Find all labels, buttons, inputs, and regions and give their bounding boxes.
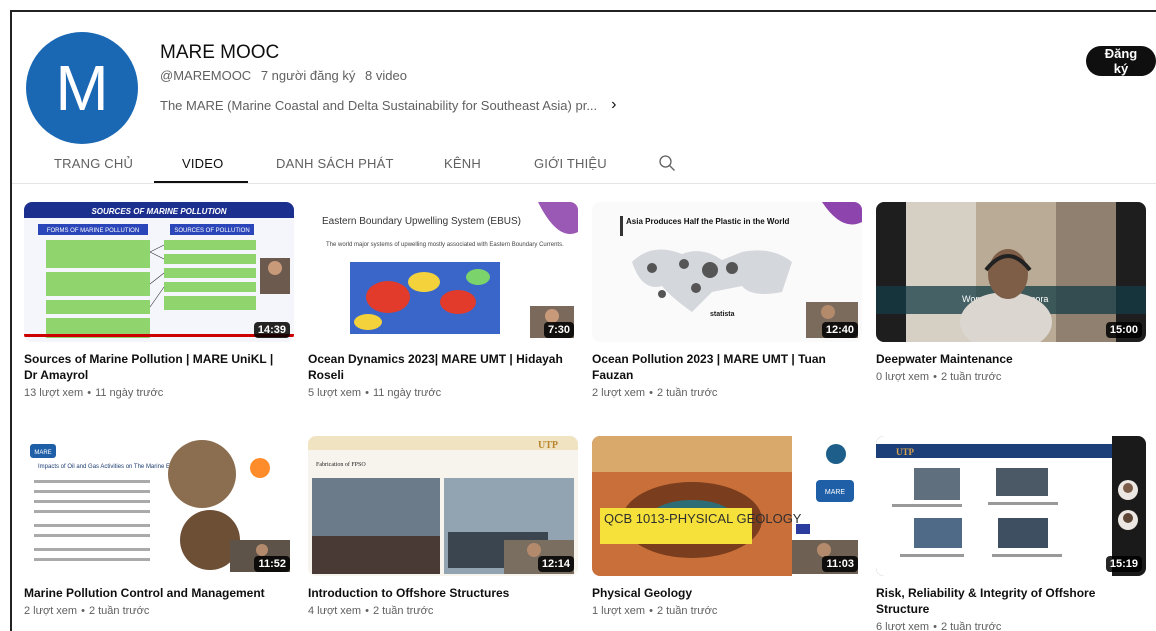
tab-playlists[interactable]: DANH SÁCH PHÁT — [276, 156, 394, 171]
video-meta: 2 lượt xem • 2 tuần trước — [24, 605, 150, 617]
upload-age: 2 tuần trước — [656, 605, 718, 617]
view-count: 5 lượt xem — [308, 387, 362, 399]
view-count: 2 lượt xem — [24, 605, 78, 617]
thumbnail-image: SOURCES OF MARINE POLLUTION FORMS OF MAR… — [24, 202, 294, 342]
video-meta: 4 lượt xem • 2 tuần trước — [308, 605, 434, 617]
video-title[interactable]: Sources of Marine Pollution | MARE UniKL… — [24, 351, 284, 383]
search-icon[interactable] — [658, 154, 676, 172]
video-title[interactable]: Risk, Reliability & Integrity of Offshor… — [876, 585, 1136, 617]
video-duration: 12:40 — [821, 322, 858, 338]
thumbnail-image: UTP — [876, 436, 1146, 576]
thumb-caption: QCB 1013-PHYSICAL GEOLOGY — [604, 511, 802, 526]
thumbnail-image: Asia Produces Half the Plastic in the Wo… — [592, 202, 862, 342]
thumb-logo: UTP — [538, 440, 558, 451]
video-title[interactable]: Physical Geology — [592, 585, 852, 601]
video-card[interactable]: UTP 15:19 Risk, Reliability & Integrity … — [876, 436, 1148, 631]
video-meta: 6 lượt xem • 2 tuần trước — [876, 621, 1002, 631]
video-meta: 5 lượt xem • 11 ngày trước — [308, 387, 442, 399]
channel-tabs: TRANG CHỦ VIDEO DANH SÁCH PHÁT KÊNH GIỚI… — [12, 150, 1156, 184]
view-count: 6 lượt xem — [876, 621, 930, 631]
video-duration: 15:19 — [1105, 556, 1142, 572]
video-thumbnail[interactable]: QCB 1013-PHYSICAL GEOLOGY MARE 11:03 — [592, 436, 862, 576]
thumbnail-image: Eastern Boundary Upwelling System (EBUS)… — [308, 202, 578, 342]
subscribe-button[interactable]: Đăng ký — [1086, 46, 1156, 76]
video-thumbnail[interactable]: UTP 15:19 — [876, 436, 1146, 576]
video-count: 8 video — [365, 68, 407, 83]
channel-name: MARE MOOC — [160, 42, 280, 63]
thumb-left-head: FORMS OF MARINE POLLUTION — [47, 228, 139, 234]
thumbnail-image: Wondershare Filmora — [876, 202, 1146, 342]
channel-page: M MARE MOOC @MAREMOOC 7 người đăng ký 8 … — [10, 10, 1156, 631]
upload-age: 2 tuần trước — [940, 621, 1002, 631]
video-card[interactable]: SOURCES OF MARINE POLLUTION FORMS OF MAR… — [24, 202, 296, 399]
upload-age: 11 ngày trước — [372, 387, 442, 399]
thumb-title: Fabrication of FPSO — [316, 461, 366, 468]
view-count: 0 lượt xem — [876, 371, 930, 383]
video-card[interactable]: UTP Fabrication of FPSO 12:14 Introducti… — [308, 436, 580, 617]
video-thumbnail[interactable]: Wondershare Filmora 15:00 — [876, 202, 1146, 342]
upload-age: 2 tuần trước — [88, 605, 150, 617]
thumb-logo: MARE — [34, 450, 51, 456]
view-count: 4 lượt xem — [308, 605, 362, 617]
thumb-brand: statista — [710, 311, 735, 318]
thumbnail-image: QCB 1013-PHYSICAL GEOLOGY MARE — [592, 436, 862, 576]
video-title[interactable]: Ocean Dynamics 2023| MARE UMT | Hidayah … — [308, 351, 568, 383]
video-card[interactable]: Asia Produces Half the Plastic in the Wo… — [592, 202, 864, 399]
video-title[interactable]: Marine Pollution Control and Management — [24, 585, 284, 601]
active-tab-indicator — [154, 181, 248, 183]
channel-handle: @MAREMOOC — [160, 68, 252, 83]
upload-age: 2 tuần trước — [372, 605, 434, 617]
video-meta: 0 lượt xem • 2 tuần trước — [876, 371, 1002, 383]
channel-meta: @MAREMOOC 7 người đăng ký 8 video — [160, 68, 413, 83]
upload-age: 2 tuần trước — [656, 387, 718, 399]
video-meta: 13 lượt xem • 11 ngày trước — [24, 387, 164, 399]
subscriber-count: 7 người đăng ký — [260, 68, 356, 83]
thumbnail-image: MARE Impacts of Oil and Gas Activities o… — [24, 436, 294, 576]
video-title[interactable]: Ocean Pollution 2023 | MARE UMT | Tuan F… — [592, 351, 852, 383]
video-thumbnail[interactable]: SOURCES OF MARINE POLLUTION FORMS OF MAR… — [24, 202, 294, 342]
thumb-title: Asia Produces Half the Plastic in the Wo… — [626, 217, 790, 226]
video-title[interactable]: Deepwater Maintenance — [876, 351, 1136, 367]
video-meta: 1 lượt xem • 2 tuần trước — [592, 605, 718, 617]
video-card[interactable]: Eastern Boundary Upwelling System (EBUS)… — [308, 202, 580, 399]
channel-description-text: The MARE (Marine Coastal and Delta Susta… — [160, 97, 598, 113]
channel-description[interactable]: The MARE (Marine Coastal and Delta Susta… — [160, 96, 616, 114]
tab-home[interactable]: TRANG CHỦ — [54, 156, 133, 171]
video-thumbnail[interactable]: UTP Fabrication of FPSO 12:14 — [308, 436, 578, 576]
view-count: 13 lượt xem — [24, 387, 84, 399]
tab-videos[interactable]: VIDEO — [182, 156, 223, 171]
video-card[interactable]: QCB 1013-PHYSICAL GEOLOGY MARE 11:03 Phy… — [592, 436, 864, 617]
view-count: 2 lượt xem — [592, 387, 646, 399]
video-thumbnail[interactable]: Eastern Boundary Upwelling System (EBUS)… — [308, 202, 578, 342]
video-duration: 14:39 — [253, 322, 290, 338]
thumb-right-head: SOURCES OF POLLUTION — [174, 228, 249, 234]
channel-header: M MARE MOOC @MAREMOOC 7 người đăng ký 8 … — [12, 12, 1156, 184]
thumb-title: Eastern Boundary Upwelling System (EBUS) — [322, 216, 521, 227]
thumb-text: The world major systems of upwelling mos… — [326, 242, 564, 248]
video-duration: 11:52 — [254, 556, 290, 572]
video-card[interactable]: MARE Impacts of Oil and Gas Activities o… — [24, 436, 296, 617]
video-meta: 2 lượt xem • 2 tuần trước — [592, 387, 718, 399]
video-thumbnail[interactable]: MARE Impacts of Oil and Gas Activities o… — [24, 436, 294, 576]
upload-age: 11 ngày trước — [95, 387, 164, 399]
thumbnail-image: UTP Fabrication of FPSO — [308, 436, 578, 576]
video-duration: 15:00 — [1105, 322, 1142, 338]
video-duration: 12:14 — [537, 556, 574, 572]
video-duration: 7:30 — [543, 322, 574, 338]
tab-about[interactable]: GIỚI THIỆU — [534, 156, 607, 171]
chevron-right-icon[interactable]: › — [611, 96, 616, 114]
video-title[interactable]: Introduction to Offshore Structures — [308, 585, 568, 601]
channel-avatar[interactable]: M — [26, 32, 138, 144]
video-thumbnail[interactable]: Asia Produces Half the Plastic in the Wo… — [592, 202, 862, 342]
view-count: 1 lượt xem — [592, 605, 646, 617]
thumb-logo: MARE — [825, 489, 846, 496]
thumb-title: SOURCES OF MARINE POLLUTION — [91, 207, 226, 216]
tab-channels[interactable]: KÊNH — [444, 156, 481, 171]
video-duration: 11:03 — [822, 556, 858, 572]
thumb-logo: UTP — [896, 447, 915, 457]
video-card[interactable]: Wondershare Filmora 15:00 Deepwater Main… — [876, 202, 1148, 383]
upload-age: 2 tuần trước — [940, 371, 1002, 383]
